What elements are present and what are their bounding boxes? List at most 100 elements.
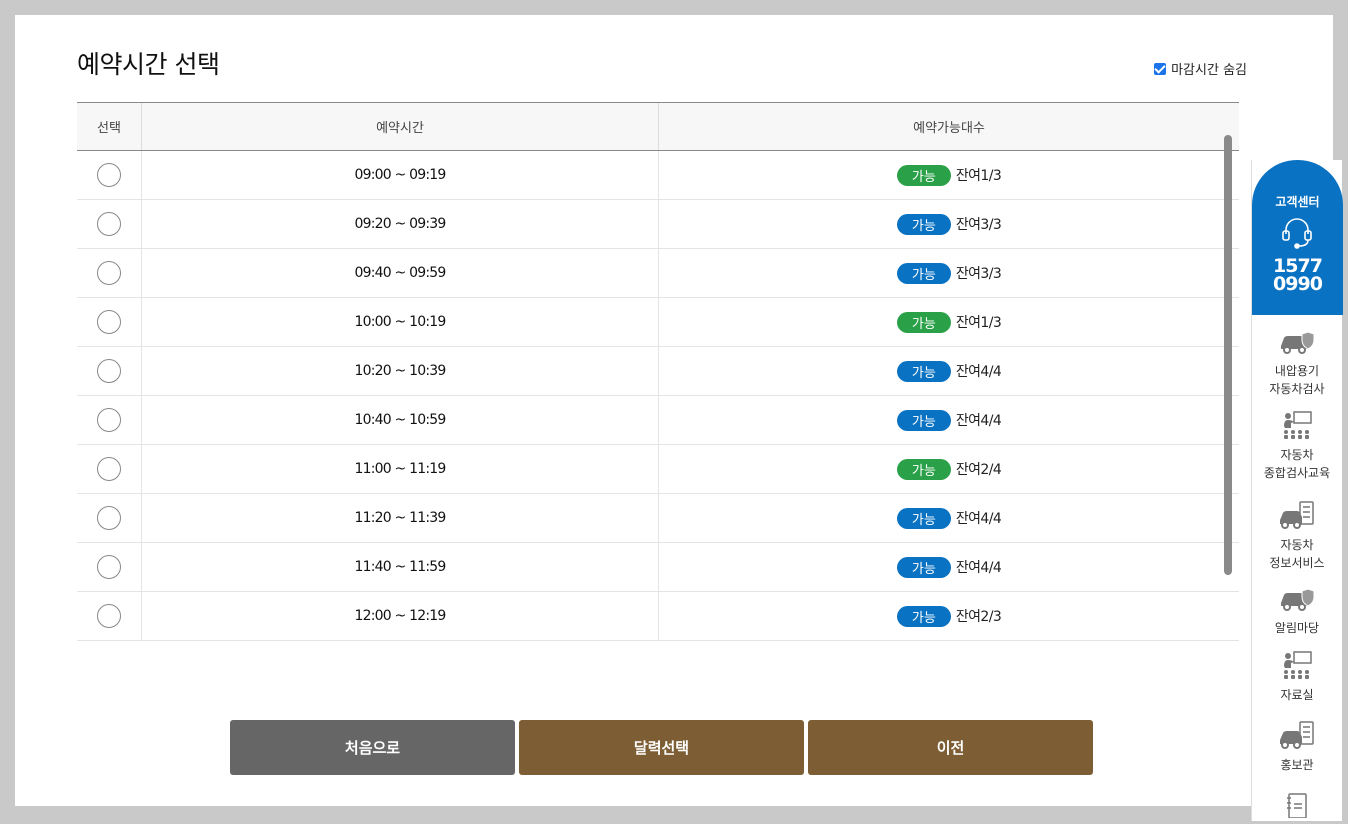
calendar-select-button[interactable]: 달력선택 (519, 720, 804, 775)
remaining-count: 잔여4/4 (955, 413, 1002, 429)
sidebar-item[interactable]: 내압용기 자동차검사 (1252, 328, 1342, 398)
hide-closed-label: 마감시간 숨김 (1171, 63, 1247, 78)
table-row[interactable]: 09:20 ~ 09:39 가능 잔여3/3 (77, 200, 1239, 249)
remaining-count: 잔여4/4 (955, 364, 1002, 380)
table-row[interactable]: 10:40 ~ 10:59 가능 잔여4/4 (77, 396, 1239, 445)
table-row[interactable]: 11:40 ~ 11:59 가능 잔여4/4 (77, 543, 1239, 592)
sidebar-item-label-1: 자료실 (1280, 688, 1314, 702)
slot-time: 10:00 ~ 10:19 (354, 314, 447, 330)
status-badge: 가능 (896, 605, 951, 627)
table-row[interactable]: 11:20 ~ 11:39 가능 잔여4/4 (77, 494, 1239, 543)
quick-menu-sidebar: 고객센터 1577 0990 내압용기 자동차검사 자동차 종합검사교육 자동차 정보서비… (1251, 160, 1343, 824)
slot-radio[interactable] (97, 555, 121, 579)
sidebar-item[interactable]: 알림마당 (1252, 585, 1342, 637)
table-row[interactable]: 09:40 ~ 09:59 가능 잔여3/3 (77, 249, 1239, 298)
remaining-count: 잔여2/4 (955, 462, 1002, 478)
availability-cell: 가능 잔여3/3 (659, 200, 1239, 248)
status-badge: 가능 (896, 507, 951, 529)
status-badge: 가능 (896, 458, 951, 480)
slot-radio[interactable] (97, 359, 121, 383)
remaining-count: 잔여4/4 (955, 560, 1002, 576)
hide-closed-toggle[interactable]: 마감시간 숨김 (1154, 59, 1247, 78)
slot-radio[interactable] (97, 604, 121, 628)
first-button[interactable]: 처음으로 (230, 720, 515, 775)
availability-cell: 가능 잔여2/3 (659, 592, 1239, 640)
availability-cell: 가능 잔여1/3 (659, 151, 1239, 199)
sidebar-item-label-1: 자동차 (1280, 538, 1314, 552)
previous-button[interactable]: 이전 (808, 720, 1093, 775)
column-header-select: 선택 (77, 103, 142, 150)
availability-cell: 가능 잔여4/4 (659, 494, 1239, 542)
phone-line-2: 0990 (1273, 273, 1323, 295)
remaining-count: 잔여1/3 (955, 315, 1002, 331)
status-badge: 가능 (896, 409, 951, 431)
classroom-icon (1252, 650, 1342, 680)
sidebar-item[interactable]: 자료실 (1252, 650, 1342, 704)
customer-center-phone: 1577 0990 (1252, 257, 1343, 295)
select-cell (77, 200, 142, 248)
notebook-icon[interactable] (1252, 792, 1342, 824)
sidebar-item-label-1: 자동차 (1280, 448, 1314, 462)
status-badge: 가능 (896, 311, 951, 333)
select-cell (77, 151, 142, 199)
table-row[interactable]: 11:00 ~ 11:19 가능 잔여2/4 (77, 445, 1239, 494)
remaining-count: 잔여1/3 (955, 168, 1002, 184)
car-shield-icon (1252, 328, 1342, 356)
slot-time: 12:00 ~ 12:19 (354, 608, 447, 624)
page-title: 예약시간 선택 (77, 50, 220, 79)
table-scrollbar[interactable] (1224, 135, 1232, 575)
time-cell: 10:40 ~ 10:59 (142, 396, 659, 444)
availability-cell: 가능 잔여1/3 (659, 298, 1239, 346)
sidebar-item-label-2: 종합검사교육 (1263, 466, 1331, 480)
time-cell: 09:00 ~ 09:19 (142, 151, 659, 199)
slot-time: 10:40 ~ 10:59 (354, 412, 447, 428)
hide-closed-checkbox[interactable] (1154, 62, 1167, 75)
customer-center-panel[interactable]: 고객센터 1577 0990 (1252, 160, 1343, 315)
status-badge: 가능 (896, 556, 951, 578)
select-cell (77, 249, 142, 297)
availability-cell: 가능 잔여4/4 (659, 396, 1239, 444)
column-header-availability: 예약가능대수 (913, 121, 985, 136)
slot-radio[interactable] (97, 212, 121, 236)
table-header: 선택 예약시간 예약가능대수 (77, 102, 1239, 151)
time-slot-table: 선택 예약시간 예약가능대수 09:00 ~ 09:19 가능 잔여1/3 09:20… (77, 102, 1239, 650)
sidebar-item[interactable]: 홍보관 (1252, 720, 1342, 774)
slot-time: 11:00 ~ 11:19 (354, 461, 447, 477)
sidebar-item-label-1: 내압용기 (1274, 364, 1320, 378)
slot-radio[interactable] (97, 457, 121, 481)
availability-cell: 가능 잔여4/4 (659, 543, 1239, 591)
status-badge: 가능 (896, 164, 951, 186)
slot-radio[interactable] (97, 310, 121, 334)
time-cell: 09:20 ~ 09:39 (142, 200, 659, 248)
table-row[interactable]: 12:00 ~ 12:19 가능 잔여2/3 (77, 592, 1239, 641)
remaining-count: 잔여3/3 (955, 217, 1002, 233)
status-badge: 가능 (896, 360, 951, 382)
sidebar-item-label-1: 홍보관 (1280, 758, 1314, 772)
status-badge: 가능 (896, 213, 951, 235)
slot-time: 09:00 ~ 09:19 (354, 167, 447, 183)
slot-radio[interactable] (97, 163, 121, 187)
sidebar-item-label-1: 알림마당 (1274, 621, 1320, 635)
time-cell: 10:20 ~ 10:39 (142, 347, 659, 395)
slot-time: 09:40 ~ 09:59 (354, 265, 447, 281)
table-row[interactable]: 09:00 ~ 09:19 가능 잔여1/3 (77, 151, 1239, 200)
slot-radio[interactable] (97, 506, 121, 530)
action-buttons: 처음으로 달력선택 이전 (230, 720, 1093, 775)
status-badge: 가능 (896, 262, 951, 284)
column-header-time: 예약시간 (142, 103, 659, 150)
slot-radio[interactable] (97, 408, 121, 432)
headset-icon (1282, 218, 1312, 249)
car-checklist-icon (1252, 500, 1342, 530)
car-shield-icon (1252, 585, 1342, 613)
table-row[interactable]: 10:00 ~ 10:19 가능 잔여1/3 (77, 298, 1239, 347)
availability-cell: 가능 잔여4/4 (659, 347, 1239, 395)
sidebar-item[interactable]: 자동차정보서비스 (1252, 500, 1342, 572)
time-cell: 09:40 ~ 09:59 (142, 249, 659, 297)
sidebar-item[interactable]: 자동차종합검사교육 (1252, 410, 1342, 482)
sidebar-item-label-2: 정보서비스 (1269, 556, 1325, 570)
slot-radio[interactable] (97, 261, 121, 285)
time-cell: 11:00 ~ 11:19 (142, 445, 659, 493)
table-row[interactable]: 10:20 ~ 10:39 가능 잔여4/4 (77, 347, 1239, 396)
availability-cell: 가능 잔여3/3 (659, 249, 1239, 297)
availability-cell: 가능 잔여2/4 (659, 445, 1239, 493)
